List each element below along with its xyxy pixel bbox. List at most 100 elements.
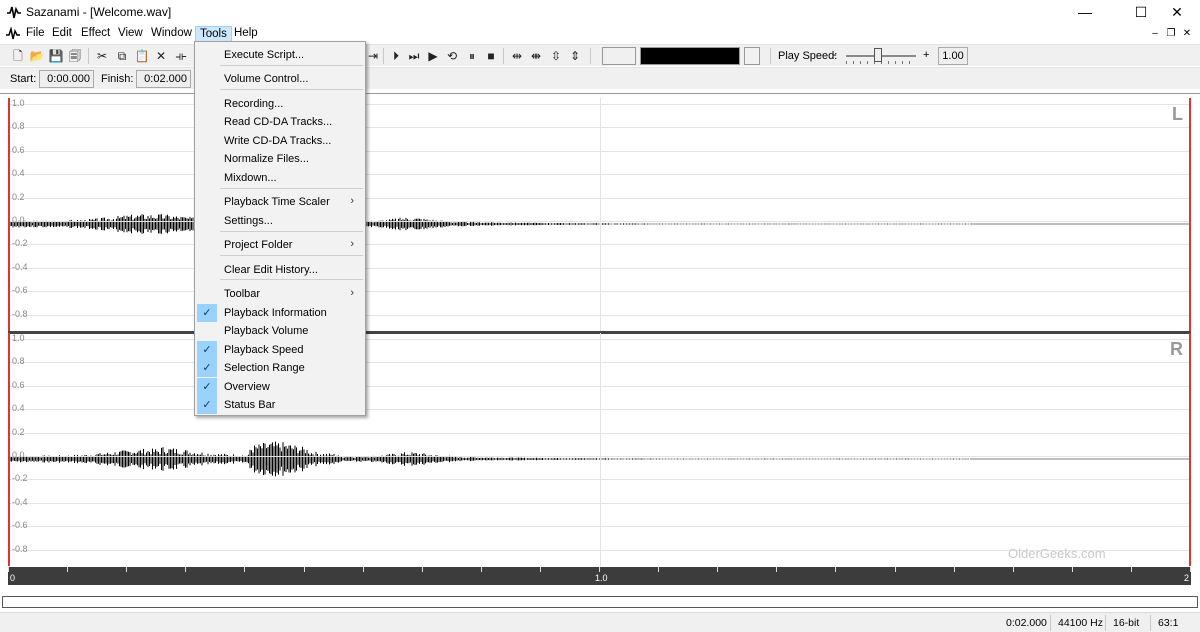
- step-play-icon[interactable]: ⏵: [388, 48, 404, 64]
- menu-item-normalize-files[interactable]: Normalize Files...: [197, 150, 363, 168]
- menu-item-toolbar[interactable]: Toolbar ›: [197, 285, 363, 303]
- channel-right[interactable]: R 1.0 0.8 0.6 0.4 0.2 0.0 -0.2 -0.4 -0.6 -0.8: [8, 333, 1191, 566]
- timeline-label-end: 2: [1184, 573, 1190, 583]
- menu-item-recording[interactable]: Recording...: [197, 95, 363, 113]
- pause-icon[interactable]: ⏸: [464, 48, 480, 64]
- timeline-tick: [835, 567, 836, 572]
- play-speed-slider-thumb[interactable]: [873, 48, 882, 62]
- zoom-out-vertical-icon[interactable]: ⇕: [567, 48, 583, 64]
- menu-item-selection-range[interactable]: ✓ Selection Range: [197, 359, 363, 377]
- zoom-in-horizontal-icon[interactable]: ⇹: [509, 48, 525, 64]
- timeline-tick: [1131, 567, 1132, 572]
- cut-icon[interactable]: ✂: [94, 48, 110, 64]
- time-gridline: [600, 333, 601, 566]
- menu-item-project-folder[interactable]: Project Folder ›: [197, 236, 363, 254]
- finish-field[interactable]: 0:02.000: [136, 70, 191, 88]
- status-zoom: 63:1: [1158, 617, 1179, 629]
- menu-item-execute-script[interactable]: Execute Script...: [197, 46, 363, 64]
- new-file-icon[interactable]: 🗋: [10, 48, 26, 64]
- amplitude-label: 0.0: [12, 215, 25, 225]
- play-speed-value[interactable]: 1.00: [938, 47, 968, 65]
- amplitude-label: 0.4: [12, 168, 25, 178]
- toolbar-separator: [383, 48, 384, 64]
- save-all-icon[interactable]: 🗐: [67, 48, 83, 64]
- checkmark-icon: ✓: [197, 396, 217, 414]
- channel-left[interactable]: L 1.0 0.8 0.6 0.4 0.2 0.0 -0.2 -0.4 -0.6 -0.8: [8, 98, 1191, 331]
- timeline-ruler[interactable]: 0 1.0 2: [8, 567, 1191, 585]
- timeline-tick: [540, 567, 541, 572]
- menu-item-label: Status Bar: [224, 399, 276, 411]
- mdi-controls: – ❐ ✕: [1148, 27, 1194, 41]
- menu-effect[interactable]: Effect: [77, 26, 114, 43]
- loop-play-icon[interactable]: ⟲: [444, 48, 460, 64]
- play-selection-icon[interactable]: ⏭: [406, 48, 422, 64]
- watermark: OlderGeeks.com: [1008, 546, 1106, 561]
- document-waveform-icon[interactable]: [6, 27, 20, 41]
- save-icon[interactable]: 💾: [48, 48, 64, 64]
- minimize-button[interactable]: —: [1062, 0, 1108, 24]
- overview-bar[interactable]: [2, 596, 1198, 608]
- menu-item-volume-control[interactable]: Volume Control...: [197, 70, 363, 88]
- menu-item-mixdown[interactable]: Mixdown...: [197, 169, 363, 187]
- start-field[interactable]: 0:00.000: [39, 70, 94, 88]
- trim-icon[interactable]: ⟛: [173, 48, 189, 64]
- menu-item-settings[interactable]: Settings...: [197, 212, 363, 230]
- menu-item-write-cd-da-tracks[interactable]: Write CD-DA Tracks...: [197, 132, 363, 150]
- waveform-view[interactable]: L 1.0 0.8 0.6 0.4 0.2 0.0 -0.2 -0.4 -0.6 -0.8 R 1…: [0, 93, 1200, 587]
- menu-window[interactable]: Window: [147, 26, 196, 43]
- close-button[interactable]: ✕: [1154, 0, 1200, 24]
- timeline-tick: [126, 567, 127, 572]
- menu-item-label: Project Folder: [224, 239, 293, 251]
- toolbar-separator: [590, 48, 591, 64]
- menu-item-playback-volume[interactable]: Playback Volume: [197, 322, 363, 340]
- checkmark-icon: ✓: [197, 378, 217, 396]
- menu-item-clear-edit-history[interactable]: Clear Edit History...: [197, 261, 363, 279]
- play-icon[interactable]: ▶: [425, 48, 441, 64]
- submenu-arrow-icon: ›: [350, 238, 354, 250]
- menu-bar: File Edit Effect View Window Tools Help …: [0, 24, 1200, 44]
- menu-item-playback-time-scaler[interactable]: Playback Time Scaler ›: [197, 193, 363, 211]
- zoom-out-horizontal-icon[interactable]: ⇼: [528, 48, 544, 64]
- menu-separator: [220, 255, 363, 256]
- mdi-restore-button[interactable]: ❐: [1164, 27, 1178, 41]
- open-file-icon[interactable]: 📂: [29, 48, 45, 64]
- menu-edit[interactable]: Edit: [48, 26, 76, 43]
- menu-file[interactable]: File: [22, 26, 49, 43]
- submenu-arrow-icon: ›: [350, 195, 354, 207]
- mdi-close-button[interactable]: ✕: [1180, 27, 1194, 41]
- menu-view[interactable]: View: [114, 26, 147, 43]
- menu-item-playback-speed[interactable]: ✓ Playback Speed: [197, 341, 363, 359]
- menu-item-label: Overview: [224, 381, 270, 393]
- toolbar-separator: [770, 48, 771, 64]
- amplitude-label: 0.8: [12, 356, 25, 366]
- menu-item-status-bar[interactable]: ✓ Status Bar: [197, 396, 363, 414]
- selection-range-bar: Start: 0:00.000 Finish: 0:02.000: [0, 67, 1200, 89]
- menu-item-playback-information[interactable]: ✓ Playback Information: [197, 304, 363, 322]
- color-box-right: [744, 47, 760, 65]
- timeline-label-mid: 1.0: [595, 573, 608, 583]
- skip-to-end-icon[interactable]: ⇥: [365, 48, 381, 64]
- amplitude-label: -0.8: [12, 544, 28, 554]
- start-label: Start:: [10, 73, 37, 85]
- finish-label: Finish:: [101, 73, 134, 85]
- delete-icon[interactable]: ✕: [153, 48, 169, 64]
- stop-icon[interactable]: ■: [483, 48, 499, 64]
- zoom-in-vertical-icon[interactable]: ⇳: [548, 48, 564, 64]
- waveform-app-icon: [7, 6, 21, 19]
- color-box-left: [602, 47, 636, 65]
- color-box-black: [640, 47, 740, 65]
- menu-item-read-cd-da-tracks[interactable]: Read CD-DA Tracks...: [197, 113, 363, 131]
- status-separator: [1105, 615, 1106, 631]
- amplitude-label: -0.6: [12, 520, 28, 530]
- amplitude-label: -0.4: [12, 262, 28, 272]
- app-window: Sazanami - [Welcome.wav] — ☐ ✕ File Edit…: [0, 0, 1200, 632]
- menu-item-label: Read CD-DA Tracks...: [224, 116, 333, 128]
- amplitude-label: 0.8: [12, 121, 25, 131]
- menu-item-overview[interactable]: ✓ Overview: [197, 378, 363, 396]
- menu-separator: [220, 65, 363, 66]
- timeline-tick: [422, 567, 423, 572]
- copy-icon[interactable]: ⧉: [114, 48, 130, 64]
- paste-icon[interactable]: 📋: [134, 48, 150, 64]
- menu-item-label: Normalize Files...: [224, 153, 309, 165]
- mdi-minimize-button[interactable]: –: [1148, 27, 1162, 41]
